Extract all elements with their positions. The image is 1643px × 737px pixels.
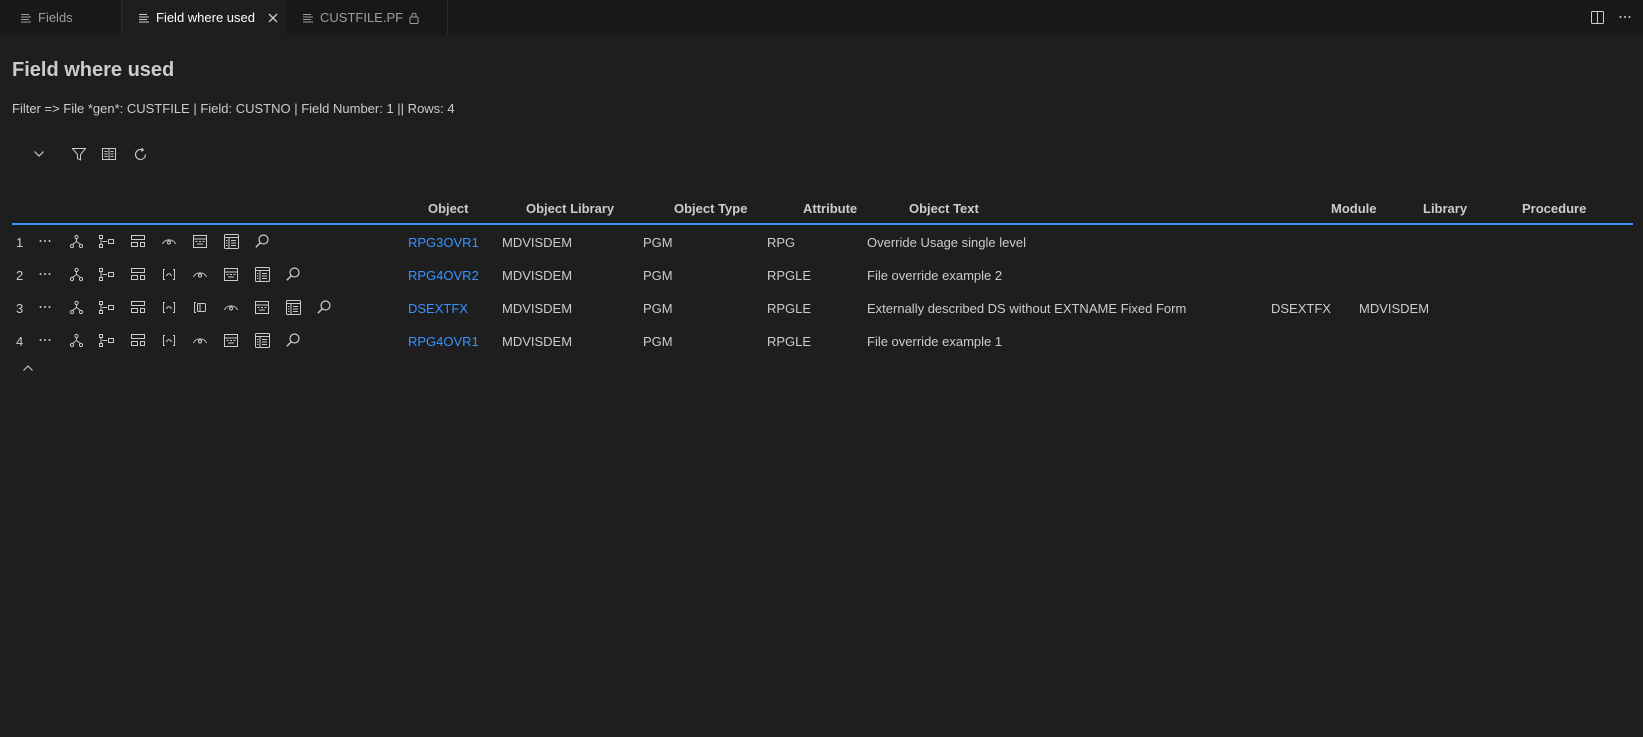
table-row: 4 RPG4OVR1 MDVISDEM PGM RPGLE File overr… — [12, 324, 1633, 357]
lock-icon — [409, 12, 419, 24]
object-library-cell: MDVISDEM — [502, 268, 573, 283]
eye-icon[interactable] — [221, 298, 241, 316]
object-type-cell: PGM — [643, 235, 673, 250]
hierarchy-icon[interactable] — [66, 232, 86, 250]
more-actions-icon[interactable] — [35, 232, 55, 250]
braces-icon[interactable] — [159, 265, 179, 283]
hierarchy-icon[interactable] — [66, 298, 86, 316]
eye-icon[interactable] — [190, 331, 210, 349]
column-header-module[interactable]: Module — [1331, 201, 1377, 216]
module-cell: DSEXTFX — [1271, 301, 1331, 316]
table-row: 2 RPG4OVR2 MDVISDEM PGM RPGLE File overr… — [12, 258, 1633, 291]
refresh-icon[interactable] — [131, 145, 149, 163]
search-icon[interactable] — [283, 331, 303, 349]
column-header-procedure[interactable]: Procedure — [1522, 201, 1586, 216]
source-list-icon[interactable] — [221, 232, 241, 250]
column-header-attribute[interactable]: Attribute — [803, 201, 857, 216]
record-format-icon[interactable] — [190, 232, 210, 250]
layout-icon[interactable] — [128, 298, 148, 316]
lines-icon — [136, 10, 152, 26]
object-text-cell: File override example 1 — [867, 334, 1003, 349]
table-row: 1 RPG3OVR1 MDVISDEM PGM RPG Override Usa… — [12, 225, 1633, 258]
column-header-object-type[interactable]: Object Type — [674, 201, 747, 216]
filter-summary: Filter => File *gen*: CUSTFILE | Field: … — [12, 101, 455, 116]
eye-icon[interactable] — [190, 265, 210, 283]
page-title: Field where used — [12, 59, 175, 81]
table-row: 3 DSEXTFX MDVISDEM PGM RPGLE Externally … — [12, 291, 1633, 324]
more-actions-icon[interactable] — [35, 331, 55, 349]
more-actions-icon[interactable] — [35, 298, 55, 316]
table-header: Object Object Library Object Type Attrib… — [12, 189, 1633, 225]
filter-icon[interactable] — [70, 145, 88, 163]
object-link[interactable]: RPG4OVR2 — [408, 268, 479, 283]
object-library-cell: MDVISDEM — [502, 235, 573, 250]
library-cell: MDVISDEM — [1359, 301, 1430, 316]
search-icon[interactable] — [314, 298, 334, 316]
object-text-cell: Externally described DS without EXTNAME … — [867, 301, 1187, 316]
more-actions-icon[interactable] — [1617, 9, 1633, 25]
row-number: 1 — [16, 235, 24, 250]
source-list-icon[interactable] — [252, 331, 272, 349]
source-list-icon[interactable] — [252, 265, 272, 283]
object-type-cell: PGM — [643, 268, 673, 283]
object-type-cell: PGM — [643, 301, 673, 316]
column-header-object-text[interactable]: Object Text — [909, 201, 979, 216]
structure-icon[interactable] — [97, 265, 117, 283]
chevron-down-icon[interactable] — [30, 145, 48, 163]
object-link[interactable]: RPG3OVR1 — [408, 235, 479, 250]
tab-label: CUSTFILE.PF — [320, 10, 404, 25]
close-icon[interactable] — [265, 10, 281, 26]
split-editor-icon[interactable] — [1589, 9, 1605, 25]
tab-label: Fields — [38, 10, 73, 25]
lines-icon — [18, 10, 34, 26]
attribute-cell: RPGLE — [767, 301, 812, 316]
object-type-cell: PGM — [643, 334, 673, 349]
row-number: 2 — [16, 268, 24, 283]
object-text-cell: Override Usage single level — [867, 235, 1026, 250]
eye-icon[interactable] — [159, 232, 179, 250]
tab-fields[interactable]: Fields — [0, 0, 122, 35]
column-header-object[interactable]: Object — [428, 201, 468, 216]
layout-icon[interactable] — [128, 331, 148, 349]
search-icon[interactable] — [283, 265, 303, 283]
layout-icon[interactable] — [128, 265, 148, 283]
data-structure-icon[interactable] — [190, 298, 210, 316]
object-link[interactable]: DSEXTFX — [408, 301, 468, 316]
attribute-cell: RPG — [767, 235, 796, 250]
source-list-icon[interactable] — [283, 298, 303, 316]
structure-icon[interactable] — [97, 232, 117, 250]
tab-field-where-used[interactable]: Field where used — [122, 0, 286, 35]
structure-icon[interactable] — [97, 298, 117, 316]
results-table: Object Object Library Object Type Attrib… — [12, 189, 1633, 357]
hierarchy-icon[interactable] — [66, 331, 86, 349]
object-library-cell: MDVISDEM — [502, 334, 573, 349]
record-format-icon[interactable] — [221, 331, 241, 349]
object-text-cell: File override example 2 — [867, 268, 1003, 283]
object-link[interactable]: RPG4OVR1 — [408, 334, 479, 349]
record-format-icon[interactable] — [252, 298, 272, 316]
layout-icon[interactable] — [128, 232, 148, 250]
column-header-library[interactable]: Library — [1423, 201, 1467, 216]
row-number: 3 — [16, 301, 24, 316]
object-library-cell: MDVISDEM — [502, 301, 573, 316]
tab-label: Field where used — [156, 10, 255, 25]
row-number: 4 — [16, 334, 24, 349]
attribute-cell: RPGLE — [767, 268, 812, 283]
tab-bar: Fields Field where used CUSTFILE.PF — [0, 0, 1643, 35]
hierarchy-icon[interactable] — [66, 265, 86, 283]
structure-icon[interactable] — [97, 331, 117, 349]
braces-icon[interactable] — [159, 331, 179, 349]
tab-custfile-pf[interactable]: CUSTFILE.PF — [286, 0, 448, 35]
chevron-up-icon[interactable] — [20, 361, 36, 375]
record-format-icon[interactable] — [221, 265, 241, 283]
lines-icon — [300, 10, 316, 26]
attribute-cell: RPGLE — [767, 334, 812, 349]
columns-icon[interactable] — [100, 145, 118, 163]
column-header-object-library[interactable]: Object Library — [526, 201, 614, 216]
more-actions-icon[interactable] — [35, 265, 55, 283]
braces-icon[interactable] — [159, 298, 179, 316]
search-icon[interactable] — [252, 232, 272, 250]
